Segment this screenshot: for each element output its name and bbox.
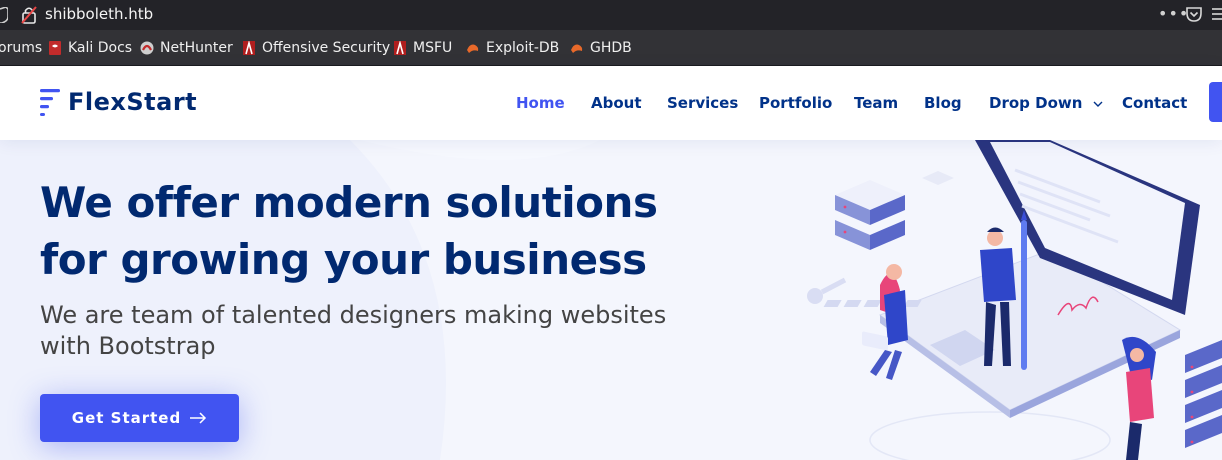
nav-portfolio[interactable]: Portfolio — [759, 94, 832, 112]
bookmark-msfu[interactable]: MSFU — [393, 40, 452, 56]
hero-title-line-1: We offer modern solutions — [40, 178, 658, 227]
url-text[interactable]: shibboleth.htb — [45, 5, 153, 23]
hero-section: We offer modern solutions for growing yo… — [0, 140, 1222, 460]
bookmark-label: orums — [0, 40, 43, 56]
get-started-label: Get Started — [71, 409, 182, 427]
bookmark-label: GHDB — [590, 40, 632, 56]
nav-home[interactable]: Home — [516, 94, 565, 112]
arrow-right-icon — [190, 412, 207, 424]
pocket-icon[interactable] — [1186, 6, 1202, 22]
chevron-down-icon — [1093, 101, 1103, 107]
bookmark-ghdb[interactable]: GHDB — [570, 40, 632, 56]
bookmark-offensive-security[interactable]: Offensive Security — [242, 40, 390, 56]
tracking-shield-icon[interactable] — [0, 7, 8, 23]
bookmark-nethunter[interactable]: NetHunter — [140, 40, 233, 56]
bookmark-label: MSFU — [413, 40, 453, 56]
hero-title: We offer modern solutions for growing yo… — [40, 174, 760, 288]
logo-mark-icon — [40, 89, 60, 116]
app-menu-icon[interactable] — [1212, 6, 1222, 22]
hero-illustration — [807, 140, 1222, 460]
msfu-icon — [394, 41, 406, 55]
nav-drop-down[interactable]: Drop Down — [989, 94, 1103, 112]
bookmark-label: NetHunter — [160, 40, 233, 56]
nethunter-icon — [140, 41, 154, 55]
brand-name: FlexStart — [68, 88, 198, 116]
browser-url-bar[interactable]: shibboleth.htb ••• — [0, 0, 1222, 30]
page-actions-icon[interactable]: ••• — [1158, 4, 1189, 23]
insecure-lock-icon[interactable] — [21, 6, 37, 24]
brand-logo[interactable]: FlexStart — [40, 88, 197, 116]
nav-team[interactable]: Team — [854, 94, 898, 112]
nav-services[interactable]: Services — [667, 94, 738, 112]
get-started-button[interactable]: Get Started — [40, 394, 239, 442]
bookmarks-toolbar: orums Kali Docs NetHunter Offensive Secu… — [0, 30, 1222, 66]
nav-drop-down-label: Drop Down — [989, 94, 1083, 112]
exploit-db-icon — [467, 44, 479, 53]
bookmark-label: Kali Docs — [68, 40, 133, 56]
bookmark-kali-docs[interactable]: Kali Docs — [48, 40, 132, 56]
hero-title-line-2: for growing your business — [40, 235, 647, 284]
bookmark-forums[interactable]: orums — [0, 40, 42, 56]
nav-contact[interactable]: Contact — [1122, 94, 1187, 112]
site-header: FlexStart Home About Services Portfolio … — [0, 66, 1222, 140]
ghdb-icon — [571, 44, 583, 53]
bookmark-label: Offensive Security — [262, 40, 391, 56]
nav-blog[interactable]: Blog — [924, 94, 962, 112]
nav-get-started-button[interactable] — [1209, 82, 1222, 122]
offsec-icon — [243, 41, 255, 55]
hero-subtitle: We are team of talented designers making… — [40, 301, 667, 360]
bookmark-exploit-db[interactable]: Exploit-DB — [466, 40, 559, 56]
nav-about[interactable]: About — [591, 94, 642, 112]
kali-docs-icon — [49, 41, 61, 55]
bookmark-label: Exploit-DB — [486, 40, 560, 56]
